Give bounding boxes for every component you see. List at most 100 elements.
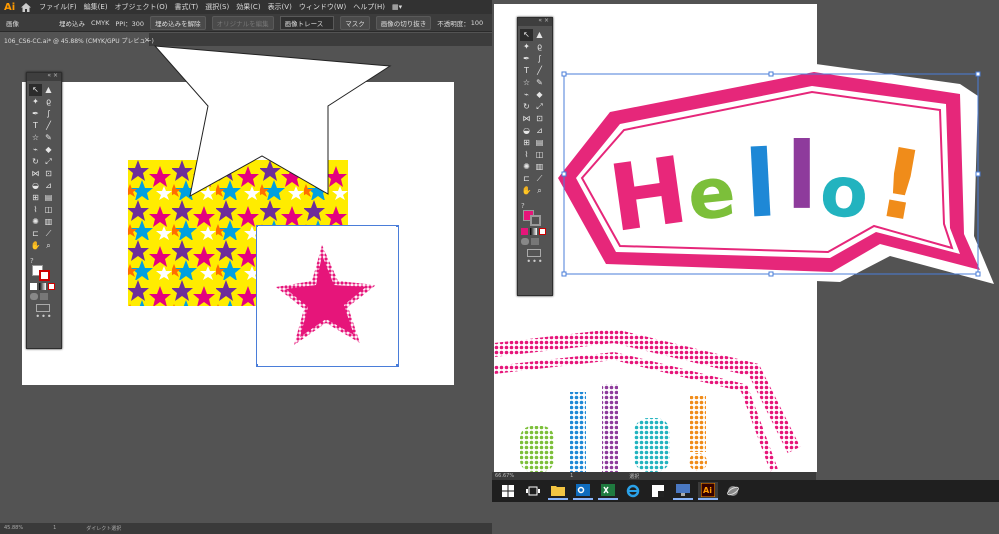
type-tool-icon[interactable]: T: [29, 120, 42, 132]
selection-tool-icon[interactable]: ↖: [29, 84, 42, 96]
artboard-number[interactable]: 1: [570, 473, 573, 479]
menu-window[interactable]: ウィンドウ(W): [299, 2, 346, 12]
document-tab-close-icon[interactable]: ×: [144, 36, 150, 44]
menu-help[interactable]: ヘルプ(H): [353, 2, 385, 12]
menu-object[interactable]: オブジェクト(O): [115, 2, 168, 12]
rotate-tool-icon[interactable]: ↻: [520, 101, 533, 113]
crop-image-button[interactable]: 画像の切り抜き: [375, 15, 432, 30]
stroke-swatch[interactable]: [530, 215, 541, 226]
graph-tool-icon[interactable]: ▥: [42, 216, 55, 228]
direct-selection-tool-icon[interactable]: ▲: [533, 29, 546, 41]
none-mode-icon[interactable]: [48, 283, 55, 290]
pen-tool-icon[interactable]: ✒: [520, 53, 533, 65]
lasso-tool-icon[interactable]: ϱ: [42, 96, 55, 108]
pencil-tool-icon[interactable]: ✎: [42, 132, 55, 144]
screen-mode-icon[interactable]: [40, 293, 48, 300]
perspective-grid-icon[interactable]: ⊿: [42, 180, 55, 192]
illustrator-taskbar-icon[interactable]: Ai: [698, 482, 718, 500]
curvature-tool-icon[interactable]: ∫: [533, 53, 546, 65]
help-icon[interactable]: ?: [30, 257, 58, 265]
change-screen-mode-icon[interactable]: [527, 249, 541, 257]
pencil-tool-icon[interactable]: ✎: [533, 77, 546, 89]
free-transform-icon[interactable]: ⊡: [533, 113, 546, 125]
file-explorer-icon[interactable]: [548, 482, 568, 500]
hello-speech-bubble[interactable]: H e l l o !: [540, 56, 999, 288]
scale-tool-icon[interactable]: ⤢: [42, 156, 55, 168]
gradient-mode-icon[interactable]: [39, 283, 46, 290]
color-mode-icon[interactable]: [30, 283, 37, 290]
direct-selection-tool-icon[interactable]: ▲: [42, 84, 55, 96]
menu-edit[interactable]: 編集(E): [84, 2, 108, 12]
artboard-number[interactable]: 1: [53, 525, 56, 532]
slice-tool-icon[interactable]: ⟋: [42, 228, 55, 240]
none-mode-icon[interactable]: [539, 228, 546, 235]
halftone-star-image[interactable]: [256, 225, 399, 367]
mesh-tool-icon[interactable]: ⊞: [29, 192, 42, 204]
change-screen-mode-icon[interactable]: [36, 304, 50, 312]
scale-tool-icon[interactable]: ⤢: [533, 101, 546, 113]
sticky-notes-icon[interactable]: [648, 482, 668, 500]
task-view-icon[interactable]: [523, 482, 543, 500]
shape-builder-icon[interactable]: ◒: [520, 125, 533, 137]
gradient-tool-icon[interactable]: ▤: [42, 192, 55, 204]
panel-close-icon[interactable]: « ×: [47, 72, 58, 79]
eraser-tool-icon[interactable]: ◆: [533, 89, 546, 101]
line-tool-icon[interactable]: ╱: [533, 65, 546, 77]
curvature-tool-icon[interactable]: ∫: [42, 108, 55, 120]
artboard-tool-icon[interactable]: ⊏: [29, 228, 42, 240]
tools-panel-header-right[interactable]: « ×: [518, 17, 552, 26]
color-mode-icon[interactable]: [521, 228, 528, 235]
opacity-value[interactable]: 100: [471, 19, 483, 27]
pen-tool-icon[interactable]: ✒: [29, 108, 42, 120]
hand-tool-icon[interactable]: ✋: [29, 240, 42, 252]
edit-toolbar-icon[interactable]: •••: [521, 257, 549, 266]
settings-app-icon[interactable]: [723, 482, 743, 500]
lasso-tool-icon[interactable]: ϱ: [533, 41, 546, 53]
mask-button[interactable]: マスク: [340, 15, 370, 30]
width-tool-icon[interactable]: ⋈: [520, 113, 533, 125]
selection-tool-icon[interactable]: ↖: [520, 29, 533, 41]
menu-file[interactable]: ファイル(F): [39, 2, 77, 12]
speech-bubble-shape[interactable]: [150, 44, 395, 204]
edit-toolbar-icon[interactable]: •••: [30, 312, 58, 321]
image-trace-dropdown[interactable]: 画像トレース: [279, 15, 335, 30]
workspace-switcher-icon[interactable]: ▦▾: [392, 3, 402, 11]
menu-select[interactable]: 選択(S): [205, 2, 229, 12]
excel-icon[interactable]: [598, 482, 618, 500]
draw-mode-icon[interactable]: [521, 238, 529, 245]
graph-tool-icon[interactable]: ▥: [533, 161, 546, 173]
artboard-tool-icon[interactable]: ⊏: [520, 173, 533, 185]
zoom-level[interactable]: 66.67%: [495, 473, 514, 479]
windows-start-icon[interactable]: [498, 482, 518, 500]
tools-panel-left[interactable]: « × ↖ ▲ ✦ ϱ ✒ ∫ T ╱ ☆ ✎ ⌁ ◆ ↻ ⤢ ⋈ ⊡ ◒ ⊿ …: [26, 72, 62, 349]
eraser-tool-icon[interactable]: ◆: [42, 144, 55, 156]
line-tool-icon[interactable]: ╱: [42, 120, 55, 132]
menu-view[interactable]: 表示(V): [268, 2, 292, 12]
screen-mode-icon[interactable]: [531, 238, 539, 245]
zoom-level[interactable]: 45.88%: [4, 525, 23, 532]
rectangle-tool-icon[interactable]: ☆: [29, 132, 42, 144]
gradient-tool-icon[interactable]: ▤: [533, 137, 546, 149]
paintbrush-tool-icon[interactable]: ⌁: [520, 89, 533, 101]
slice-tool-icon[interactable]: ⟋: [533, 173, 546, 185]
symbol-sprayer-icon[interactable]: ✺: [520, 161, 533, 173]
zoom-tool-icon[interactable]: ⌕: [42, 240, 55, 252]
symbol-sprayer-icon[interactable]: ✺: [29, 216, 42, 228]
menu-type[interactable]: 書式(T): [175, 2, 199, 12]
magic-wand-icon[interactable]: ✦: [520, 41, 533, 53]
type-tool-icon[interactable]: T: [520, 65, 533, 77]
perspective-grid-icon[interactable]: ⊿: [533, 125, 546, 137]
internet-explorer-icon[interactable]: [623, 482, 643, 500]
paintbrush-tool-icon[interactable]: ⌁: [29, 144, 42, 156]
zoom-tool-icon[interactable]: ⌕: [533, 185, 546, 197]
unembed-button[interactable]: 埋め込みを解除: [150, 15, 206, 30]
help-icon[interactable]: ?: [521, 202, 549, 210]
blend-tool-icon[interactable]: ◫: [42, 204, 55, 216]
magic-wand-icon[interactable]: ✦: [29, 96, 42, 108]
panel-close-icon-right[interactable]: « ×: [538, 17, 549, 24]
home-icon[interactable]: [21, 2, 32, 12]
document-tab[interactable]: 106_CS6-CC.ai* @ 45.88% (CMYK/GPU プレビュー): [0, 33, 154, 46]
halftone-hello-image[interactable]: [494, 330, 817, 472]
edit-original-button[interactable]: オリジナルを編集: [211, 15, 274, 30]
gradient-mode-icon[interactable]: [530, 228, 537, 235]
